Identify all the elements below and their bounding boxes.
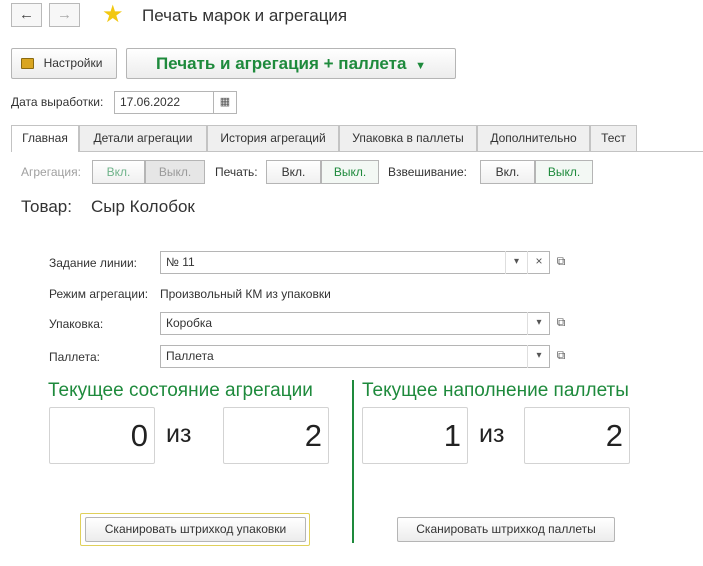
print-aggregate-pallet-button[interactable]: Печать и агрегация + паллета ▼ (126, 48, 456, 79)
print-toggle-label: Печать: (215, 165, 258, 179)
aggregation-total-count: 2 (223, 407, 329, 464)
pallet-current-count: 1 (362, 407, 468, 464)
production-date-field[interactable]: 17.06.2022 (114, 91, 214, 114)
product-name: Сыр Колобок (91, 197, 195, 216)
back-button[interactable]: ← (11, 3, 42, 27)
tab-test[interactable]: Тест (590, 125, 637, 151)
print-on-button[interactable]: Вкл. (266, 160, 321, 184)
pallet-field[interactable]: Паллета (160, 345, 550, 368)
aggregation-mode-value: Произвольный КМ из упаковки (160, 287, 331, 301)
aggregation-state-title: Текущее состояние агрегации (48, 380, 313, 401)
tab-additional[interactable]: Дополнительно (477, 125, 590, 151)
tab-pallet-packing[interactable]: Упаковка в паллеты (339, 125, 477, 151)
aggregation-toggle-label: Агрегация: (21, 165, 81, 179)
forward-button[interactable]: → (49, 3, 80, 27)
print-off-button[interactable]: Выкл. (321, 160, 379, 184)
settings-label: Настройки (43, 56, 103, 70)
star-icon[interactable]: ★ (102, 2, 124, 28)
weighing-on-button[interactable]: Вкл. (480, 160, 535, 184)
scan-pallet-barcode-button[interactable]: Сканировать штрихкод паллеты (397, 517, 615, 542)
dropdown-icon[interactable]: ▾ (527, 312, 550, 335)
line-task-value: № 11 (166, 255, 195, 269)
arrow-right-icon: → (57, 6, 72, 23)
production-date-label: Дата выработки: (11, 95, 104, 109)
settings-icon (21, 58, 34, 69)
dropdown-icon[interactable]: ▾ (505, 251, 527, 274)
main-action-label: Печать и агрегация + паллета (155, 54, 407, 73)
open-icon[interactable]: ⧉ (550, 345, 572, 368)
aggregation-mode-label: Режим агрегации: (49, 287, 149, 301)
line-task-field[interactable]: № 11 (160, 251, 550, 274)
weighing-off-button[interactable]: Выкл. (535, 160, 593, 184)
package-label: Упаковка: (49, 317, 104, 331)
aggregation-current-count: 0 (49, 407, 155, 464)
aggregation-off-button[interactable]: Выкл. (145, 160, 205, 184)
pallet-value: Паллета (166, 349, 214, 363)
panel-divider (352, 380, 354, 543)
chevron-down-icon: ▼ (415, 60, 427, 72)
tab-main[interactable]: Главная (11, 125, 79, 152)
pallet-label: Паллета: (49, 350, 100, 364)
open-icon[interactable]: ⧉ (550, 251, 572, 274)
pallet-total-count: 2 (524, 407, 630, 464)
package-value: Коробка (166, 316, 213, 330)
pallet-of-label: из (479, 420, 505, 448)
open-icon[interactable]: ⧉ (550, 312, 572, 335)
aggregation-on-button[interactable]: Вкл. (92, 160, 145, 184)
product-label: Товар: (21, 197, 72, 216)
dropdown-icon[interactable]: ▾ (527, 345, 550, 368)
window-title: Печать марок и агрегация (142, 6, 348, 25)
aggregation-of-label: из (166, 420, 192, 448)
tabs-divider (11, 151, 703, 152)
line-task-label: Задание линии: (49, 256, 138, 270)
weighing-toggle-label: Взвешивание: (388, 165, 468, 179)
tab-aggregation-history[interactable]: История агрегаций (207, 125, 339, 151)
arrow-left-icon: ← (19, 6, 34, 23)
calendar-icon[interactable]: ▦ (214, 91, 237, 114)
pallet-state-title: Текущее наполнение паллеты (362, 380, 629, 401)
package-field[interactable]: Коробка (160, 312, 550, 335)
clear-icon[interactable]: × (527, 251, 550, 274)
settings-button[interactable]: Настройки (11, 48, 117, 79)
tab-aggregation-details[interactable]: Детали агрегации (79, 125, 207, 151)
scan-package-barcode-button[interactable]: Сканировать штрихкод упаковки (85, 517, 306, 542)
